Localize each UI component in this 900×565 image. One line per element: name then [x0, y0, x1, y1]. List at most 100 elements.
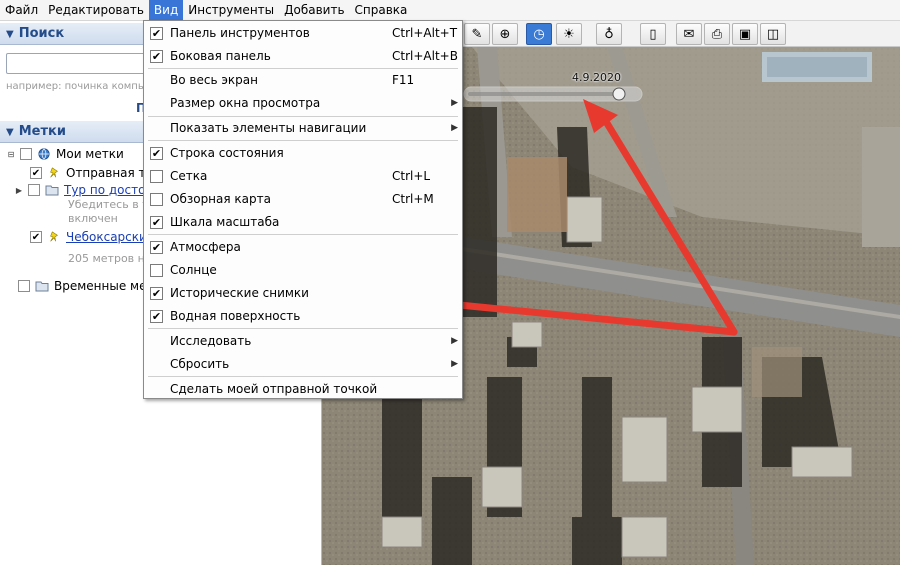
menu-item-label: Сделать моей отправной точкой — [170, 382, 378, 396]
menu-item-label: Шкала масштаба — [170, 215, 280, 229]
tree-item-temporary-places[interactable]: Временные мет — [18, 277, 153, 295]
menu-item-label: Атмосфера — [170, 240, 241, 254]
save-image-icon[interactable]: ▣ — [732, 23, 758, 45]
submenu-arrow-icon: ▶ — [451, 336, 458, 346]
menu-item-label: Показать элементы навигации — [170, 121, 367, 135]
menu-item-label: Размер окна просмотра — [170, 96, 321, 110]
tree-item-note: включен — [68, 212, 118, 225]
menu-edit[interactable]: Редактировать — [43, 0, 149, 21]
submenu-arrow-icon: ▶ — [451, 359, 458, 369]
view-menu-item[interactable]: ✔ Водная поверхность — [144, 305, 462, 327]
search-input[interactable] — [6, 53, 146, 74]
tree-item-link[interactable]: Тур по достог — [64, 183, 152, 197]
menu-item-label: Сетка — [170, 169, 208, 183]
email-icon[interactable]: ✉ — [676, 23, 702, 45]
menu-item-label: Сбросить — [170, 357, 230, 371]
menu-item-label: Исторические снимки — [170, 286, 309, 300]
menu-item-label: Панель инструментов — [170, 26, 310, 40]
checkbox[interactable]: ✔ — [30, 167, 42, 179]
checkbox[interactable] — [28, 184, 40, 196]
menu-shortcut: Ctrl+M — [392, 192, 434, 206]
view-menu-item[interactable]: Во весь экран F11 — [144, 69, 462, 91]
menu-add[interactable]: Добавить — [279, 0, 349, 21]
unchecked-checkbox[interactable] — [150, 264, 163, 277]
menu-help[interactable]: Справка — [350, 0, 413, 21]
globe-icon — [38, 148, 50, 160]
historical-imagery-clock-icon[interactable]: ◷ — [526, 23, 552, 45]
places-panel-title: Метки — [18, 124, 66, 139]
yellow-pushpin-icon — [50, 231, 58, 242]
menu-separator — [148, 234, 458, 235]
view-menu-item[interactable]: ✔ Строка состояния — [144, 142, 462, 164]
search-hint: например: починка компью — [6, 81, 153, 92]
menu-separator — [148, 328, 458, 329]
submenu-arrow-icon: ▶ — [451, 123, 458, 133]
menu-shortcut: Ctrl+L — [392, 169, 431, 183]
view-menu-item[interactable]: ✔ Панель инструментов Ctrl+Alt+T — [144, 22, 462, 44]
tree-item-cheboksary[interactable]: ✔ Чебоксарский — [30, 228, 155, 246]
view-menu-dropdown: ✔ Панель инструментов Ctrl+Alt+T ✔ Боковая п… — [143, 20, 463, 399]
menu-shortcut: Ctrl+Alt+T — [392, 26, 458, 40]
menu-item-label: Исследовать — [170, 334, 252, 348]
tree-item-start-point[interactable]: ✔ Отправная то — [30, 164, 153, 182]
view-menu-item[interactable]: Обзорная карта Ctrl+M — [144, 188, 462, 210]
view-menu-item[interactable]: ✔ Атмосфера — [144, 236, 462, 258]
sun-icon[interactable]: ☀ — [556, 23, 582, 45]
map-maker-icon[interactable]: ◫ — [760, 23, 786, 45]
tree-item-link[interactable]: Чебоксарский — [66, 230, 155, 244]
view-menu-item[interactable]: Сетка Ctrl+L — [144, 165, 462, 187]
unchecked-checkbox[interactable] — [150, 170, 163, 183]
collapse-triangle-icon[interactable]: ▼ — [6, 29, 14, 40]
view-menu-item[interactable]: ✔ Исторические снимки — [144, 282, 462, 304]
menu-file[interactable]: Файл — [0, 0, 43, 21]
tree-item-my-places[interactable]: ⊟ Мои метки — [6, 145, 124, 163]
checked-checkbox[interactable]: ✔ — [150, 287, 163, 300]
submenu-arrow-icon: ▶ — [451, 98, 458, 108]
view-menu-item[interactable]: ✔ Боковая панель Ctrl+Alt+B — [144, 45, 462, 67]
menu-item-label: Строка состояния — [170, 146, 284, 160]
checkbox[interactable] — [20, 148, 32, 160]
menu-item-label: Во весь экран — [170, 73, 258, 87]
planet-icon[interactable]: ♁ — [596, 23, 622, 45]
search-panel-title: Поиск — [18, 26, 65, 41]
folder-icon — [35, 281, 49, 292]
checked-checkbox[interactable]: ✔ — [150, 147, 163, 160]
menu-tools[interactable]: Инструменты — [183, 0, 279, 21]
yellow-pushpin-icon — [50, 167, 58, 178]
checked-checkbox[interactable]: ✔ — [150, 27, 163, 40]
tree-item-tour[interactable]: ▶ Тур по достог — [14, 181, 152, 199]
checked-checkbox[interactable]: ✔ — [150, 216, 163, 229]
menu-item-label: Водная поверхность — [170, 309, 301, 323]
checkbox[interactable]: ✔ — [30, 231, 42, 243]
menu-item-label: Солнце — [170, 263, 217, 277]
view-menu-item[interactable]: Солнце — [144, 259, 462, 281]
ruler-icon[interactable]: ▯ — [640, 23, 666, 45]
view-menu-item[interactable]: Исследовать ▶ — [144, 330, 462, 352]
checked-checkbox[interactable]: ✔ — [150, 241, 163, 254]
view-menu-item[interactable]: Показать элементы навигации ▶ — [144, 117, 462, 139]
view-menu-item[interactable]: Сделать моей отправной точкой — [144, 378, 462, 400]
pencil-icon[interactable]: ✎ — [464, 23, 490, 45]
timeline-date-label: 4.9.2020 — [572, 71, 621, 84]
checkbox[interactable] — [18, 280, 30, 292]
tree-item-note: Убедитесь в т — [68, 198, 149, 211]
photo-overlay-icon[interactable]: ⊕ — [492, 23, 518, 45]
view-menu-item[interactable]: Сбросить ▶ — [144, 353, 462, 375]
checked-checkbox[interactable]: ✔ — [150, 50, 163, 63]
print-icon[interactable]: ⎙ — [704, 23, 730, 45]
menu-item-label: Боковая панель — [170, 49, 271, 63]
collapse-minus-icon[interactable]: ⊟ — [6, 150, 16, 159]
menu-view[interactable]: Вид — [148, 0, 184, 21]
expand-arrow-icon[interactable]: ▶ — [14, 186, 24, 195]
folder-icon — [45, 185, 59, 196]
collapse-triangle-icon[interactable]: ▼ — [6, 127, 14, 138]
menubar: Файл Редактировать Вид Инструменты Добав… — [0, 0, 900, 21]
tree-item-label: Временные мет — [54, 279, 154, 293]
view-menu-item[interactable]: Размер окна просмотра ▶ — [144, 92, 462, 114]
menu-shortcut: Ctrl+Alt+B — [392, 49, 458, 63]
unchecked-checkbox[interactable] — [150, 193, 163, 206]
checked-checkbox[interactable]: ✔ — [150, 310, 163, 323]
menu-shortcut: F11 — [392, 73, 415, 87]
menu-item-label: Обзорная карта — [170, 192, 271, 206]
view-menu-item[interactable]: ✔ Шкала масштаба — [144, 211, 462, 233]
